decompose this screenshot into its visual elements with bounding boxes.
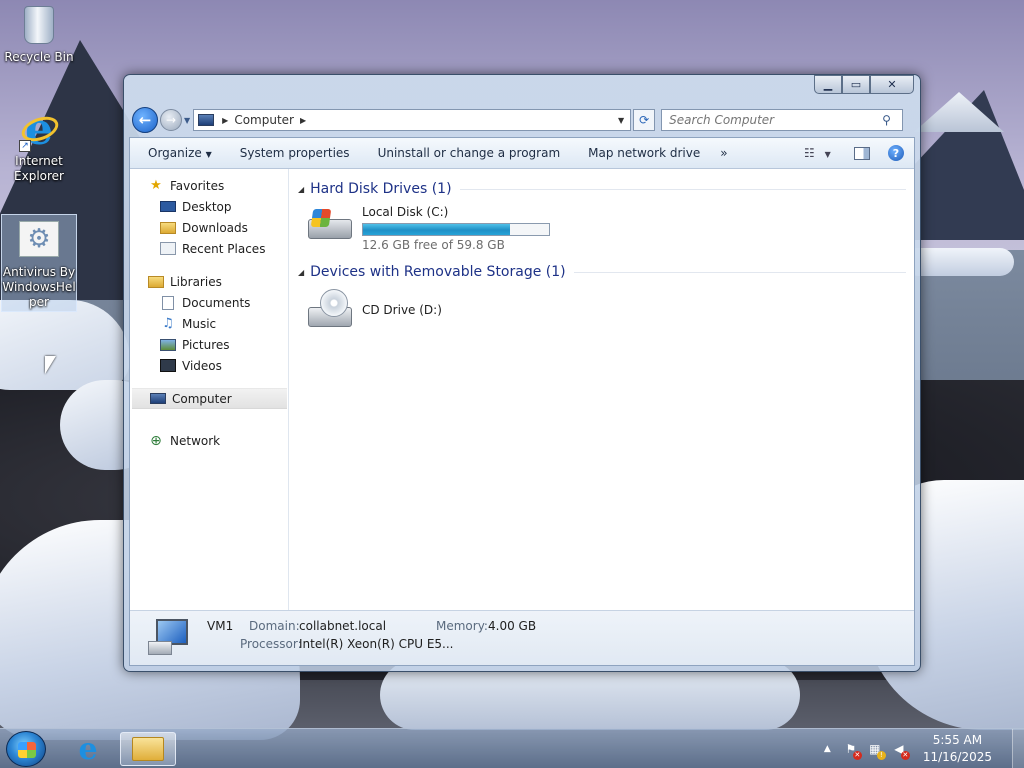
- show-hidden-icons-button[interactable]: ▲: [824, 744, 831, 754]
- preview-pane-button[interactable]: [854, 146, 870, 160]
- volume-muted-icon[interactable]: ◀ ✕: [891, 741, 910, 760]
- show-desktop-button[interactable]: [1012, 729, 1024, 768]
- nav-computer[interactable]: Computer: [132, 388, 287, 409]
- collapse-triangle-icon: ◢: [298, 267, 305, 277]
- map-network-drive-button[interactable]: Map network drive: [574, 146, 714, 160]
- command-bar: Organize ▼ System properties Uninstall o…: [130, 138, 914, 169]
- action-center-icon[interactable]: ⚑ ✕: [843, 741, 862, 760]
- desktop-icon-label: Antivirus By WindowsHelper: [2, 265, 76, 309]
- minimize-button[interactable]: ▁: [814, 75, 842, 94]
- documents-icon: [162, 295, 174, 310]
- drive-cd-d[interactable]: CD Drive (D:): [306, 289, 442, 331]
- group-removable-storage[interactable]: ◢ Devices with Removable Storage (1): [298, 264, 906, 280]
- maximize-button[interactable]: ▭: [842, 75, 870, 94]
- desktop-icon-internet-explorer[interactable]: e ↗ Internet Explorer: [1, 108, 77, 184]
- search-input[interactable]: [669, 113, 883, 127]
- breadcrumb-computer[interactable]: Computer: [234, 113, 294, 127]
- recent-pages-dropdown[interactable]: ▼: [184, 116, 190, 125]
- internet-explorer-icon: e ↗: [18, 108, 62, 152]
- start-button[interactable]: [6, 731, 46, 767]
- close-button[interactable]: ✕: [870, 75, 914, 94]
- more-commands-button[interactable]: »: [714, 146, 733, 160]
- forward-button[interactable]: →: [160, 109, 182, 131]
- explorer-body: Organize ▼ System properties Uninstall o…: [129, 137, 915, 666]
- processor-label: Processor:: [240, 637, 302, 651]
- collapse-triangle-icon: ◢: [298, 184, 305, 194]
- libraries-icon: [148, 275, 164, 288]
- videos-icon: [160, 359, 176, 372]
- uninstall-program-button[interactable]: Uninstall or change a program: [364, 146, 575, 160]
- desktop-icon-label: Internet Explorer: [14, 154, 64, 183]
- cd-drive-icon: [306, 289, 356, 331]
- address-bar[interactable]: ▶ Computer ▶ ▼: [193, 109, 632, 131]
- nav-videos[interactable]: Videos: [130, 355, 288, 376]
- computer-icon: [198, 114, 215, 126]
- search-box[interactable]: ⚲: [661, 109, 904, 131]
- music-icon: ♫: [162, 316, 174, 331]
- hard-disk-icon: [306, 205, 356, 241]
- navigation-pane: ★ Favorites Desktop Downloads Recent Plac…: [130, 169, 289, 610]
- refresh-button[interactable]: ⟳: [633, 109, 656, 131]
- star-icon: ★: [150, 178, 162, 193]
- domain-value: collabnet.local: [299, 619, 387, 633]
- nav-recent-places[interactable]: Recent Places: [130, 238, 288, 259]
- taskbar-internet-explorer[interactable]: e: [60, 731, 116, 767]
- network-icon: ⊕: [150, 432, 162, 449]
- memory-value: 4.00 GB: [488, 619, 537, 633]
- search-icon[interactable]: ⚲: [882, 113, 902, 127]
- nav-favorites[interactable]: ★ Favorites: [130, 175, 288, 196]
- nav-pictures[interactable]: Pictures: [130, 334, 288, 355]
- processor-value: Intel(R) Xeon(R) CPU E5...: [299, 637, 454, 651]
- details-pane: VM1 Domain: collabnet.local Memory: 4.00…: [130, 610, 914, 665]
- computer-icon: [148, 619, 190, 657]
- disk-usage-bar: [362, 223, 550, 236]
- desktop-icon-label: Recycle Bin: [4, 50, 74, 64]
- mouse-cursor-icon: [45, 356, 56, 374]
- breadcrumb-chevron-icon[interactable]: ▶: [300, 116, 306, 125]
- nav-documents[interactable]: Documents: [130, 292, 288, 313]
- window-controls: ▁ ▭ ✕: [814, 75, 914, 94]
- chevron-down-icon: ▼: [205, 150, 212, 159]
- nav-network[interactable]: ⊕ Network: [130, 430, 288, 451]
- back-button[interactable]: ←: [132, 107, 158, 133]
- antivirus-settings-icon: ⚙: [19, 221, 59, 257]
- desktop-icon-antivirus[interactable]: ⚙ Antivirus By WindowsHelper: [1, 214, 77, 312]
- group-hard-disk-drives[interactable]: ◢ Hard Disk Drives (1): [298, 181, 906, 197]
- nav-music[interactable]: ♫ Music: [130, 313, 288, 334]
- organize-button[interactable]: Organize ▼: [130, 146, 226, 160]
- taskbar-windows-explorer[interactable]: [120, 732, 176, 766]
- desktop-icon: [160, 201, 176, 212]
- nav-desktop[interactable]: Desktop: [130, 196, 288, 217]
- taskbar: e ▲ ⚑ ✕ ▦! ◀ ✕ 5:55 AM 11/16/2025: [0, 728, 1024, 768]
- domain-label: Domain:: [249, 619, 300, 633]
- network-status-icon[interactable]: ▦!: [867, 741, 886, 760]
- clock-date: 11/16/2025: [922, 750, 992, 764]
- windows-logo-icon: [18, 742, 36, 758]
- breadcrumb-chevron-icon[interactable]: ▶: [222, 116, 228, 125]
- content-pane: ◢ Hard Disk Drives (1) Local Disk (C:) 1…: [290, 169, 914, 610]
- pictures-icon: [160, 338, 176, 351]
- clock[interactable]: 5:55 AM 11/16/2025: [923, 732, 992, 766]
- computer-name: VM1: [207, 619, 234, 633]
- system-tray: ▲ ⚑ ✕ ▦! ◀ ✕ 5:55 AM 11/16/2025: [824, 729, 1024, 768]
- drive-local-disk-c[interactable]: Local Disk (C:) 12.6 GB free of 59.8 GB: [306, 205, 550, 252]
- system-properties-button[interactable]: System properties: [226, 146, 364, 160]
- desktop-icon-recycle-bin[interactable]: Recycle Bin: [1, 6, 77, 65]
- recycle-bin-icon: [24, 6, 54, 44]
- address-history-dropdown[interactable]: ▼: [612, 116, 630, 125]
- recent-places-icon: [160, 242, 176, 255]
- nav-downloads[interactable]: Downloads: [130, 217, 288, 238]
- folder-icon: [132, 737, 164, 761]
- nav-libraries[interactable]: Libraries: [130, 271, 288, 292]
- memory-label: Memory:: [436, 619, 488, 633]
- address-row: ← → ▼ ▶ Computer ▶ ▼ ⟳ ⚲: [132, 107, 912, 133]
- explorer-window: ▁ ▭ ✕ ← → ▼ ▶ Computer ▶ ▼ ⟳ ⚲ Organize …: [123, 74, 921, 672]
- downloads-folder-icon: [160, 221, 176, 234]
- clock-time: 5:55 AM: [932, 733, 983, 747]
- internet-explorer-icon: e: [78, 731, 98, 767]
- help-button[interactable]: ?: [888, 145, 904, 161]
- computer-icon: [150, 393, 166, 404]
- change-view-button[interactable]: ☷ ▼: [804, 146, 840, 160]
